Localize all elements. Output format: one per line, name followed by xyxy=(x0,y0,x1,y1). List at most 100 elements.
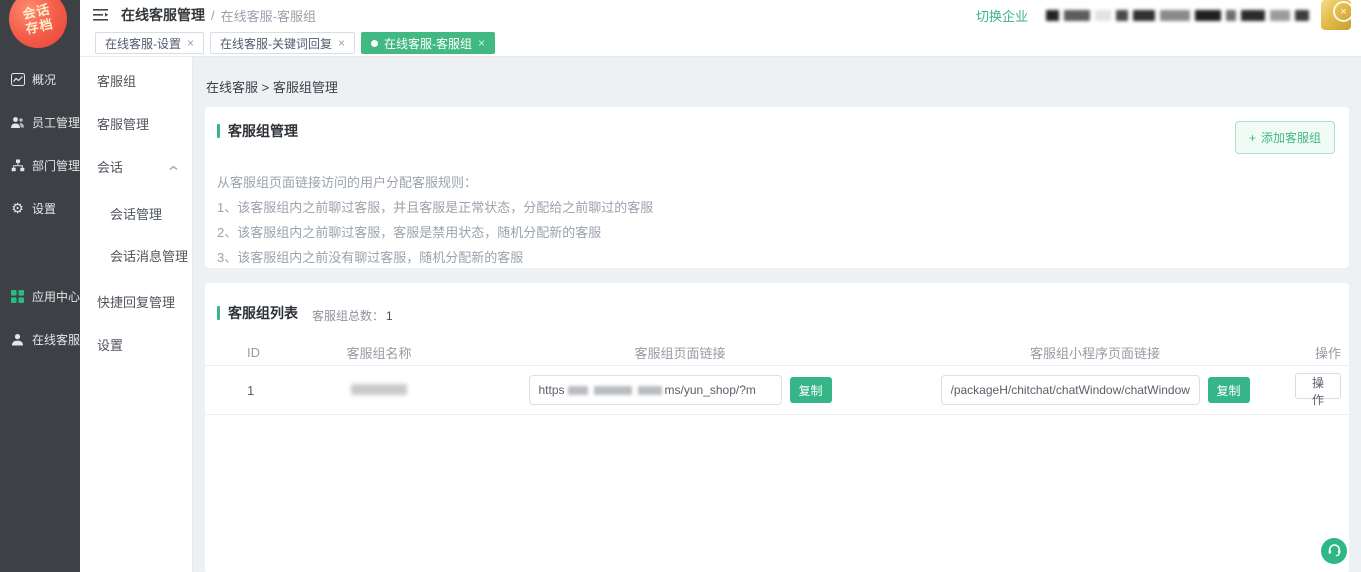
switch-company-link[interactable]: 切换企业 xyxy=(976,6,1028,25)
copy-page-link-button[interactable]: 复制 xyxy=(790,377,832,403)
section-accent-bar xyxy=(217,306,220,320)
table-header-row: ID 客服组名称 客服组页面链接 客服组小程序页面链接 操作 xyxy=(205,339,1349,366)
cell-action: 操作 xyxy=(1295,373,1349,407)
employees-icon xyxy=(10,115,25,130)
cell-page-link: https ms/yun_shop/?m 复制 xyxy=(465,375,895,405)
close-icon[interactable]: × xyxy=(338,37,345,49)
apps-grid-icon xyxy=(10,289,25,304)
submenu-label: 设置 xyxy=(97,335,123,354)
redacted-url-part xyxy=(594,386,632,395)
submenu-item-service-manage[interactable]: 客服管理 xyxy=(80,102,192,145)
submenu-label: 会话管理 xyxy=(110,204,162,223)
assignment-rules: 从客服组页面链接访问的用户分配客服规则： 1、该客服组内之前聊过客服，并且客服是… xyxy=(217,170,1335,270)
primary-sidebar: 概况 员工管理 部门管理 ⚙ 设置 应用中心 xyxy=(0,0,80,572)
submenu-label: 会话 xyxy=(97,157,123,176)
group-table: ID 客服组名称 客服组页面链接 客服组小程序页面链接 操作 1 https xyxy=(205,339,1349,415)
submenu-label: 快捷回复管理 xyxy=(97,292,175,311)
section-accent-bar xyxy=(217,124,220,138)
sidebar-item-departments[interactable]: 部门管理 xyxy=(0,144,80,187)
redacted-company-info xyxy=(1046,10,1309,21)
col-header-action: 操作 xyxy=(1295,343,1349,362)
redacted-url-part xyxy=(568,386,588,395)
content-breadcrumb: 在线客服 > 客服组管理 xyxy=(193,57,1361,107)
tab-service-group[interactable]: 在线客服-客服组 × xyxy=(361,32,495,54)
link-text-end: ms/yun_shop/?m xyxy=(665,383,756,397)
submenu-item-quick-reply[interactable]: 快捷回复管理 xyxy=(80,280,192,323)
sidebar-item-online-service[interactable]: 在线客服 xyxy=(0,318,80,361)
tab-online-service-settings[interactable]: 在线客服-设置 × xyxy=(95,32,204,54)
open-tabs-bar: 在线客服-设置 × 在线客服-关键词回复 × 在线客服-客服组 × xyxy=(80,30,1361,57)
col-header-miniprogram-link: 客服组小程序页面链接 xyxy=(895,343,1295,362)
submenu-label: 会话消息管理 xyxy=(110,246,188,265)
sidebar-item-employees[interactable]: 员工管理 xyxy=(0,101,80,144)
submenu-item-service-group[interactable]: 客服组 xyxy=(80,59,192,102)
add-group-button[interactable]: + 添加客服组 xyxy=(1235,121,1335,154)
sidebar-spacer xyxy=(0,230,80,275)
top-header: 在线客服管理 / 在线客服-客服组 切换企业 × xyxy=(80,0,1361,30)
redacted-url-part xyxy=(638,386,662,395)
cell-group-name xyxy=(293,383,465,398)
add-group-label: 添加客服组 xyxy=(1261,129,1321,146)
section-title: 客服组列表 xyxy=(228,303,298,323)
tab-label: 在线客服-设置 xyxy=(105,35,181,52)
breadcrumb-current: 在线客服-客服组 xyxy=(221,6,316,25)
active-tab-dot-icon xyxy=(371,40,378,47)
rule-line: 3、该客服组内之前没有聊过客服，随机分配新的客服 xyxy=(217,245,1335,270)
sidebar-item-overview[interactable]: 概况 xyxy=(0,58,80,101)
breadcrumb-separator: / xyxy=(211,8,215,23)
sidebar-item-app-center[interactable]: 应用中心 xyxy=(0,275,80,318)
col-header-id: ID xyxy=(205,345,293,360)
close-icon[interactable]: × xyxy=(187,37,194,49)
submenu-item-settings[interactable]: 设置 xyxy=(80,323,192,366)
sidebar-item-label: 应用中心 xyxy=(32,288,80,305)
tab-label: 在线客服-关键词回复 xyxy=(220,35,332,52)
group-page-link-input[interactable]: https ms/yun_shop/?m xyxy=(529,375,782,405)
submenu-label: 客服组 xyxy=(97,71,136,90)
sidebar-item-label: 设置 xyxy=(32,200,56,217)
departments-icon xyxy=(10,158,25,173)
tab-label: 在线客服-客服组 xyxy=(384,35,472,52)
sidebar-item-label: 在线客服 xyxy=(32,331,80,348)
secondary-sidebar: 客服组 客服管理 会话 会话管理 会话消息管理 快捷回复管理 设置 xyxy=(80,57,193,572)
table-row: 1 https ms/yun_shop/?m 复制 复制 xyxy=(205,366,1349,415)
submenu-label: 客服管理 xyxy=(97,114,149,133)
group-manage-card: 客服组管理 + 添加客服组 从客服组页面链接访问的用户分配客服规则： 1、该客服… xyxy=(205,107,1349,268)
user-avatar[interactable]: × xyxy=(1321,0,1351,30)
rule-line: 1、该客服组内之前聊过客服，并且客服是正常状态，分配给之前聊过的客服 xyxy=(217,195,1335,220)
col-header-name: 客服组名称 xyxy=(293,343,465,362)
page-title: 在线客服管理 xyxy=(121,5,205,25)
section-title: 客服组管理 xyxy=(228,121,298,141)
cell-miniprogram-link: 复制 xyxy=(895,375,1295,405)
group-list-card: 客服组列表 客服组总数： 1 ID 客服组名称 客服组页面链接 客服组小程序页面… xyxy=(205,283,1349,572)
tab-keyword-reply[interactable]: 在线客服-关键词回复 × xyxy=(210,32,355,54)
plus-icon: + xyxy=(1249,131,1256,145)
col-header-page-link: 客服组页面链接 xyxy=(465,343,895,362)
group-total-value: 1 xyxy=(386,309,393,323)
row-action-button[interactable]: 操作 xyxy=(1295,373,1341,399)
close-icon[interactable]: × xyxy=(478,37,485,49)
submenu-item-session-message-manage[interactable]: 会话消息管理 xyxy=(80,234,192,276)
main-content: 在线客服 > 客服组管理 客服组管理 + 添加客服组 从客服组页面链接访问的用户… xyxy=(193,57,1361,572)
overview-chart-icon xyxy=(10,72,25,87)
miniprogram-link-input[interactable] xyxy=(941,375,1200,405)
redacted-group-name xyxy=(351,384,407,395)
person-icon xyxy=(10,332,25,347)
gear-icon: ⚙ xyxy=(10,201,25,216)
rules-intro: 从客服组页面链接访问的用户分配客服规则： xyxy=(217,170,1335,195)
sidebar-item-settings[interactable]: ⚙ 设置 xyxy=(0,187,80,230)
sidebar-item-label: 员工管理 xyxy=(32,114,80,131)
cell-group-id: 1 xyxy=(205,383,293,398)
submenu-item-session-manage[interactable]: 会话管理 xyxy=(80,192,192,234)
chevron-up-icon xyxy=(169,159,178,174)
group-total-label: 客服组总数： xyxy=(312,307,384,324)
headset-icon xyxy=(1327,543,1342,560)
rule-line: 2、该客服组内之前聊过客服，客服是禁用状态，随机分配新的客服 xyxy=(217,220,1335,245)
help-fab-button[interactable] xyxy=(1321,538,1347,564)
sidebar-item-label: 部门管理 xyxy=(32,157,80,174)
avatar-close-icon: × xyxy=(1333,1,1351,22)
sidebar-item-label: 概况 xyxy=(32,71,56,88)
copy-miniprogram-link-button[interactable]: 复制 xyxy=(1208,377,1250,403)
menu-fold-icon[interactable] xyxy=(93,8,109,22)
link-text-start: https xyxy=(539,383,565,397)
submenu-item-session[interactable]: 会话 xyxy=(80,145,192,188)
